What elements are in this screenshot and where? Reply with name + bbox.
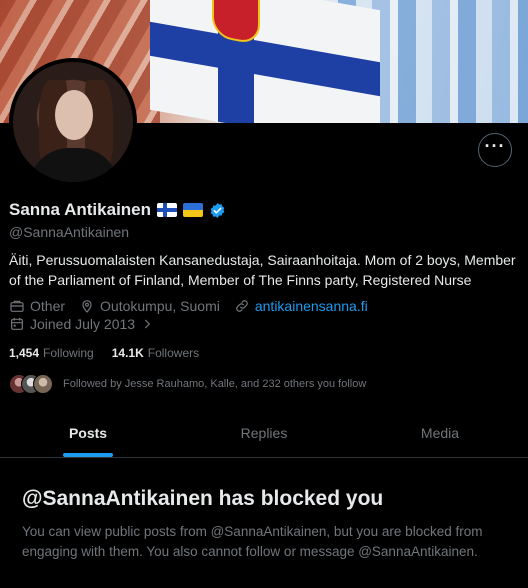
briefcase-icon bbox=[10, 300, 24, 312]
profile-meta-row: Other Outokumpu, Suomi antikainensanna.f… bbox=[9, 298, 378, 314]
category-item: Other bbox=[9, 298, 65, 314]
followed-by-row[interactable]: Followed by Jesse Rauhamo, Kalle, and 23… bbox=[9, 374, 366, 394]
name-row: Sanna Antikainen bbox=[9, 200, 226, 220]
follow-stats: 1,454 Following 14.1K Followers bbox=[9, 346, 199, 360]
follower-avatars bbox=[9, 374, 55, 394]
blocked-title: @SannaAntikainen has blocked you bbox=[22, 487, 384, 510]
category-label: Other bbox=[30, 298, 66, 314]
banner-flag bbox=[150, 0, 380, 123]
tab-media[interactable]: Media bbox=[352, 408, 528, 457]
link-icon bbox=[236, 300, 248, 312]
joined-label: Joined July 2013 bbox=[30, 316, 136, 332]
active-tab-indicator bbox=[63, 453, 113, 457]
tab-replies-label: Replies bbox=[240, 424, 288, 441]
avatar[interactable] bbox=[9, 58, 137, 186]
profile-name: Sanna Antikainen bbox=[9, 200, 152, 219]
following-label: Following bbox=[43, 346, 94, 360]
followers-label: Followers bbox=[147, 346, 200, 360]
following-link[interactable]: 1,454 Following bbox=[9, 346, 94, 360]
location-label: Outokumpu, Suomi bbox=[100, 298, 220, 314]
tab-posts-label: Posts bbox=[68, 424, 108, 441]
calendar-icon bbox=[11, 318, 23, 330]
followers-link[interactable]: 14.1K Followers bbox=[112, 346, 199, 360]
more-options-button[interactable]: ··· bbox=[478, 133, 512, 167]
following-count: 1,454 bbox=[9, 346, 40, 360]
website-link[interactable]: antikainensanna.fi bbox=[255, 298, 368, 314]
verified-badge-icon[interactable] bbox=[209, 202, 226, 219]
tab-posts[interactable]: Posts bbox=[0, 408, 176, 457]
joined-row[interactable]: Joined July 2013 bbox=[9, 316, 164, 332]
followers-count: 14.1K bbox=[111, 346, 144, 360]
profile-bio: Äiti, Perussuomalaisten Kansanedustaja, … bbox=[9, 252, 516, 288]
tab-replies[interactable]: Replies bbox=[176, 408, 352, 457]
profile-handle: @SannaAntikainen bbox=[9, 224, 130, 240]
website-item[interactable]: antikainensanna.fi bbox=[234, 298, 368, 314]
followed-by-text: Followed by Jesse Rauhamo, Kalle, and 23… bbox=[63, 378, 367, 390]
follower-avatar bbox=[33, 374, 53, 394]
location-pin-icon bbox=[82, 300, 92, 313]
location-item: Outokumpu, Suomi bbox=[79, 298, 220, 314]
joined-item[interactable]: Joined July 2013 bbox=[9, 316, 154, 332]
blocked-message: You can view public posts from @SannaAnt… bbox=[22, 524, 483, 559]
finland-flag-icon bbox=[157, 203, 178, 217]
more-icon: ··· bbox=[484, 136, 506, 156]
chevron-right-icon bbox=[144, 319, 151, 329]
tab-media-label: Media bbox=[420, 424, 460, 441]
profile-tabs: Posts Replies Media bbox=[0, 408, 528, 458]
ukraine-flag-icon bbox=[183, 203, 204, 217]
